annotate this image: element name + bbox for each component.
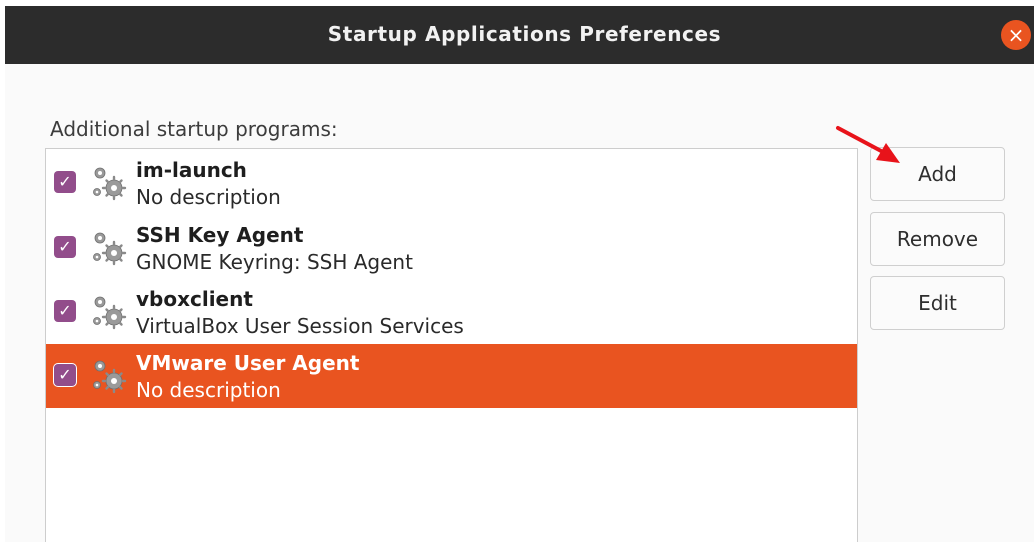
enabled-checkbox[interactable]: ✓ <box>54 300 76 322</box>
add-button[interactable]: Add <box>870 147 1005 201</box>
titlebar: Startup Applications Preferences × <box>5 6 1034 64</box>
program-description: No description <box>136 378 281 402</box>
section-label: Additional startup programs: <box>50 117 338 141</box>
program-description: VirtualBox User Session Services <box>136 314 464 338</box>
close-icon: × <box>1007 23 1025 47</box>
program-row-vmware-user-agent[interactable]: ✓ VMware User Agent No description <box>46 344 857 408</box>
program-description: No description <box>136 185 281 209</box>
startup-applications-window: Startup Applications Preferences × Addit… <box>5 6 1034 542</box>
gear-icon <box>88 292 128 332</box>
startup-programs-list[interactable]: ✓ im-launch No description ✓ SSH Key Age… <box>45 148 858 542</box>
close-button[interactable]: × <box>1001 20 1031 50</box>
gear-icon <box>88 163 128 203</box>
gear-icon <box>88 228 128 268</box>
enabled-checkbox[interactable]: ✓ <box>54 364 76 386</box>
program-row-vboxclient[interactable]: ✓ vboxclient VirtualBox User Session Ser… <box>46 280 857 344</box>
program-row-ssh-key-agent[interactable]: ✓ SSH Key Agent GNOME Keyring: SSH Agent <box>46 216 857 280</box>
gear-icon <box>88 356 128 396</box>
program-name: im-launch <box>136 158 247 182</box>
edit-button[interactable]: Edit <box>870 276 1005 330</box>
window-title: Startup Applications Preferences <box>327 22 722 46</box>
program-description: GNOME Keyring: SSH Agent <box>136 250 413 274</box>
program-name: VMware User Agent <box>136 351 360 375</box>
program-name: SSH Key Agent <box>136 223 304 247</box>
program-name: vboxclient <box>136 287 253 311</box>
enabled-checkbox[interactable]: ✓ <box>54 236 76 258</box>
remove-button[interactable]: Remove <box>870 212 1005 266</box>
program-row-im-launch[interactable]: ✓ im-launch No description <box>46 151 857 215</box>
enabled-checkbox[interactable]: ✓ <box>54 171 76 193</box>
